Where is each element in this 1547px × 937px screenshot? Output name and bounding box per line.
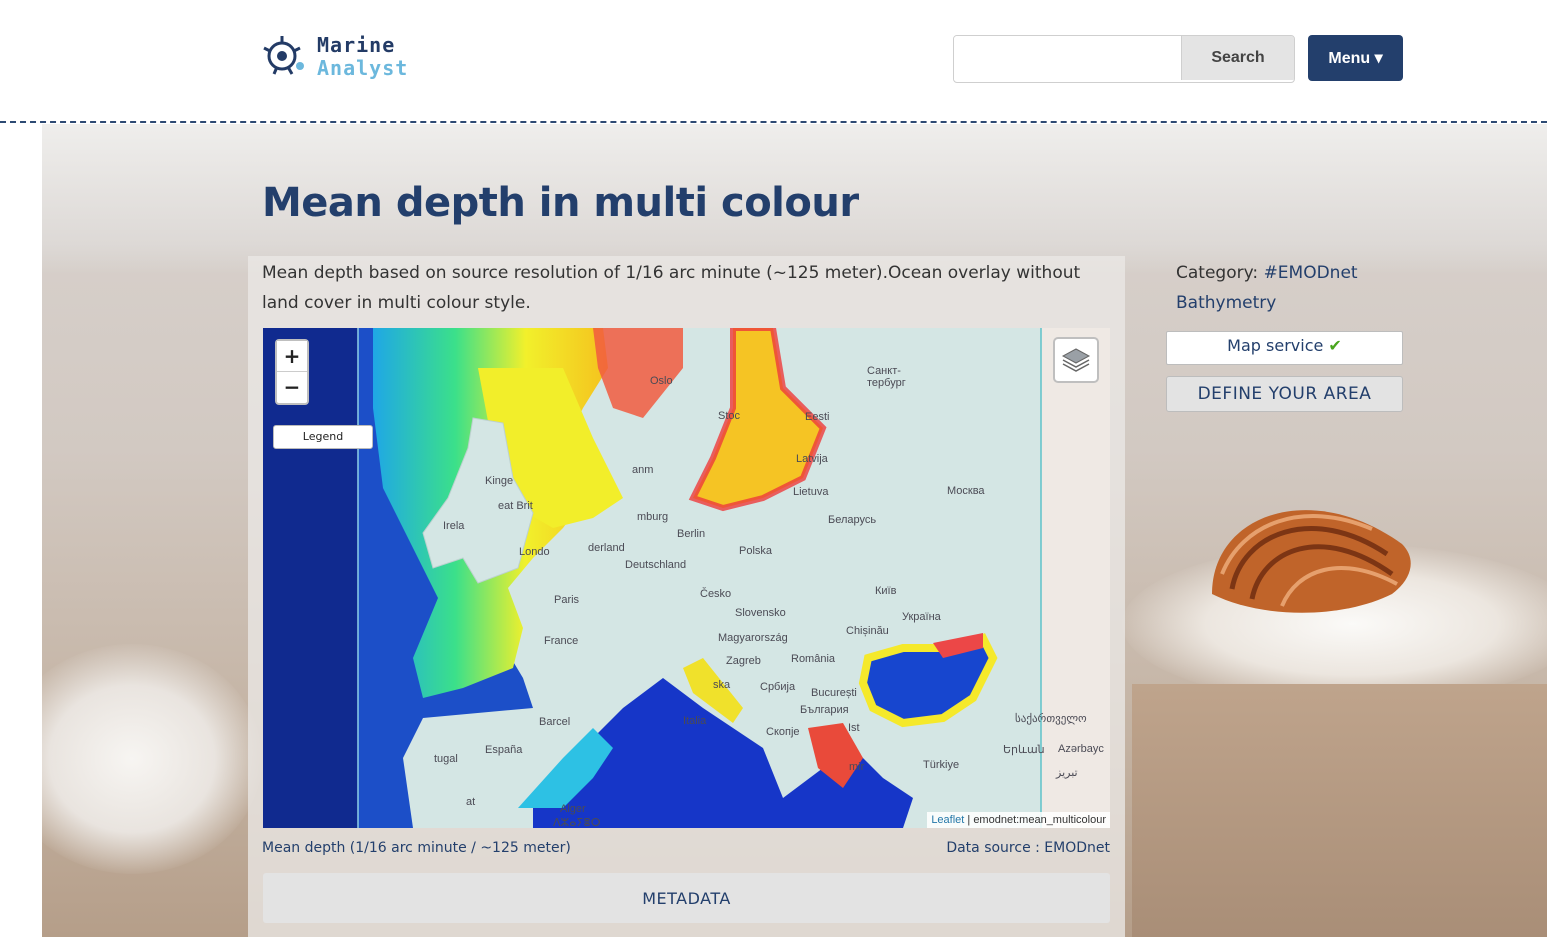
label-istanbul: Ist: [848, 722, 860, 734]
label-eesti: Eesti: [805, 411, 830, 423]
zoom-out-button[interactable]: −: [277, 372, 307, 402]
label-st-petersburg-1: Санкт-: [867, 365, 901, 377]
label-danmark: anm: [632, 464, 654, 476]
label-tabriz: تبریز: [1056, 767, 1078, 779]
map-caption: Mean depth (1/16 arc minute / ~125 meter…: [262, 840, 571, 856]
label-london: Londo: [519, 546, 550, 558]
check-icon: ✔: [1328, 336, 1342, 355]
metadata-button[interactable]: METADATA: [263, 873, 1110, 923]
label-srbija: Србија: [760, 681, 796, 693]
label-sakartvelo: საქართველო: [1015, 713, 1087, 725]
label-ukraina: Україна: [902, 611, 941, 623]
search-button[interactable]: Search: [1181, 36, 1294, 80]
label-cesko: Česko: [700, 588, 732, 600]
label-kyiv: Київ: [875, 585, 897, 597]
data-source: Data source : EMODnet: [946, 840, 1110, 856]
layers-button[interactable]: [1053, 337, 1099, 383]
label-france: France: [544, 635, 579, 647]
label-chisinau: Chișinău: [846, 625, 889, 637]
label-espana: España: [485, 744, 523, 756]
map-service-badge[interactable]: Map service ✔: [1166, 331, 1403, 365]
page-title: Mean depth in multi colour: [262, 180, 859, 226]
zoom-in-button[interactable]: +: [277, 341, 307, 371]
seashell-image: [1212, 510, 1411, 613]
site-logo[interactable]: Marine Analyst: [262, 30, 412, 86]
label-polska: Polska: [739, 545, 773, 557]
category-info: Category: #EMODnet Bathymetry: [1176, 258, 1406, 318]
map-attribution: Leaflet | emodnet:mean_multicolour: [927, 812, 1110, 828]
search-input[interactable]: [954, 36, 1180, 80]
logo-line-1: Marine: [317, 33, 396, 57]
label-slovensko: Slovensko: [735, 607, 786, 619]
label-nederland: derland: [588, 542, 625, 554]
label-skopje: Скопје: [766, 726, 800, 738]
label-magyarorszag: Magyarország: [718, 632, 788, 644]
label-st-petersburg-2: тербург: [867, 377, 906, 389]
label-turkiye: Türkiye: [923, 759, 960, 771]
sea-foam-left: [42, 644, 262, 874]
label-romania: România: [791, 653, 836, 665]
label-oslo: Oslo: [650, 375, 673, 387]
menu-button[interactable]: Menu ▾: [1308, 35, 1403, 81]
label-stockholm: Stoc: [718, 410, 741, 422]
label-lietuva: Lietuva: [793, 486, 829, 498]
label-moskva: Москва: [947, 485, 985, 497]
header-divider: [0, 121, 1547, 123]
attribution-text: | emodnet:mean_multicolour: [964, 814, 1106, 826]
map-service-label: Map service: [1227, 336, 1329, 355]
leaflet-link[interactable]: Leaflet: [931, 814, 964, 826]
ship-wheel-icon: [263, 36, 304, 75]
define-area-button[interactable]: DEFINE YOUR AREA: [1166, 376, 1403, 412]
label-italia: Italia: [683, 715, 707, 727]
legend-button[interactable]: Legend: [273, 425, 373, 449]
label-deutschland: Deutschland: [625, 559, 687, 571]
label-paris: Paris: [554, 594, 580, 606]
layers-icon: [1061, 348, 1091, 372]
logo-wordmark: Marine Analyst: [317, 34, 408, 80]
label-bucuresti: București: [811, 687, 857, 699]
label-portugal: tugal: [434, 753, 458, 765]
label-belarus: Беларусь: [828, 514, 877, 526]
category-prefix: Category:: [1176, 263, 1264, 283]
search-form: Search: [953, 35, 1295, 83]
label-hamburg: mburg: [637, 511, 669, 523]
layer-description: Mean depth based on source resolution of…: [262, 263, 1081, 313]
bathymetry-map: [263, 328, 1110, 828]
label-kingdom: Kinge: [485, 475, 514, 487]
label-yerevan: Երևան: [1003, 744, 1045, 756]
label-rabat: at: [466, 796, 476, 808]
zoom-control: + −: [275, 339, 309, 405]
site-header: Marine Analyst Search Menu ▾: [0, 0, 1547, 122]
label-ireland: Irela: [443, 520, 465, 532]
wet-sand: [1132, 684, 1547, 937]
label-azerbaycan: Azərbayc: [1058, 743, 1104, 755]
label-latvija: Latvija: [796, 453, 828, 465]
label-tamazight: ⴷⵣⴰⵢⴻⵔ: [553, 817, 601, 828]
label-hrvatska: ska: [713, 679, 731, 691]
label-alger: Alger: [560, 803, 586, 815]
map-viewer[interactable]: Oslo Stoc Санкт- тербург Eesti Latvija L…: [263, 328, 1110, 828]
label-great-britain: eat Brit: [498, 500, 533, 512]
label-zagreb: Zagreb: [726, 655, 761, 667]
label-berlin: Berlin: [677, 528, 706, 540]
label-izmir: mir: [849, 761, 865, 773]
logo-line-2: Analyst: [317, 56, 409, 80]
label-barcelona: Barcel: [539, 716, 571, 728]
label-bulgaria: България: [800, 704, 849, 716]
